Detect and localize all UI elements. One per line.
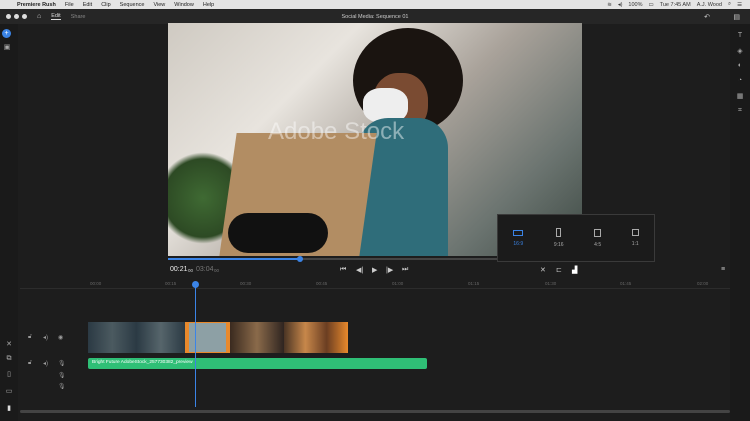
aspect-label: 16:9	[513, 241, 523, 247]
hide-track-icon[interactable]: ◉	[58, 334, 63, 341]
step-forward-icon[interactable]: |▶	[386, 266, 393, 274]
audio-clip[interactable]: Bright Future AdobeStock_257730382_previ…	[88, 358, 427, 369]
user-name[interactable]: A.J. Wood	[697, 2, 722, 8]
aspect-label: 4:5	[594, 242, 601, 248]
comment-icon[interactable]: ▤	[733, 13, 740, 21]
menu-app[interactable]: Premiere Rush	[17, 2, 56, 8]
ruler-tick: 00:45	[316, 281, 327, 286]
media-icon[interactable]: ▣	[0, 43, 14, 51]
video-clip-selected[interactable]	[185, 322, 231, 353]
playback-controls: 00:21 00 03:04 00 ⏮ ◀| ▶ |▶ ⏭ ✕ ⊏ ▟ ≡	[168, 266, 728, 278]
clock[interactable]: Tue 7:45 AM	[660, 2, 691, 8]
current-time: 00:21	[170, 266, 188, 273]
ruler-tick: 01:30	[545, 281, 556, 286]
ruler-tick: 00:30	[240, 281, 251, 286]
audio-icon[interactable]: ▦	[733, 92, 747, 100]
ruler-tick: 01:15	[468, 281, 479, 286]
project-title: Social Media: Sequence 01	[0, 14, 750, 20]
ruler-tick: 02:00	[697, 281, 708, 286]
right-toolbar: T ◈ ◐ ◔ ▦ ⌗	[730, 24, 750, 421]
current-frames: 00	[188, 268, 193, 273]
menu-edit[interactable]: Edit	[83, 2, 92, 8]
glove-hand	[228, 213, 328, 253]
volume-icon[interactable]: ◂)	[618, 2, 623, 8]
aspect-label: 9:16	[554, 242, 564, 248]
menu-icon[interactable]: ≡	[721, 266, 725, 273]
scrubber-handle[interactable]	[297, 256, 303, 262]
scrubber-progress	[168, 258, 300, 260]
fullscreen-icon[interactable]: ✕	[540, 266, 546, 274]
title-bar: ⌂ Edit Share Social Media: Sequence 01 ↶…	[0, 9, 750, 24]
list-icon[interactable]: ☰	[737, 2, 742, 8]
lock-audio-icon[interactable]: 🔓︎	[28, 360, 32, 367]
color-icon[interactable]: ◐	[733, 62, 747, 69]
menu-sequence[interactable]: Sequence	[120, 2, 145, 8]
left-toolbar: + ▣ ✕ ⧉ ▯ ▭ ▮	[0, 24, 18, 421]
undo-icon[interactable]: ↶	[704, 13, 710, 21]
video-clip[interactable]	[230, 322, 284, 353]
video-clip[interactable]	[284, 322, 348, 353]
menu-help[interactable]: Help	[203, 2, 214, 8]
mute-audio-icon[interactable]: ◂)	[43, 360, 48, 367]
search-icon[interactable]: ⌕	[728, 1, 731, 8]
menu-bar: Premiere Rush File Edit Clip Sequence Vi…	[0, 0, 750, 9]
video-track	[88, 322, 348, 353]
aspect-9-16[interactable]: 9:16	[554, 228, 564, 248]
aspect-label: 1:1	[632, 241, 639, 247]
aspect-16-9[interactable]: 16:9	[513, 230, 523, 247]
ruler-tick: 00:15	[165, 281, 176, 286]
duration: 03:04	[196, 266, 214, 273]
split-icon[interactable]: ✕	[2, 340, 16, 348]
duration-frames: 00	[214, 268, 219, 273]
timeline-scrollbar[interactable]	[20, 410, 730, 413]
video-clip[interactable]	[88, 322, 185, 353]
menu-view[interactable]: View	[153, 2, 165, 8]
lock-track-icon[interactable]: 🔓︎	[28, 334, 32, 341]
delete-icon[interactable]: ▯	[2, 370, 16, 378]
battery-label[interactable]: 100%	[628, 2, 642, 8]
mute-track-icon[interactable]: ◂)	[43, 334, 48, 341]
transform-icon[interactable]: ⌗	[733, 107, 747, 115]
go-to-end-icon[interactable]: ⏭	[402, 266, 408, 274]
aspect-ratio-popup: 16:9 9:16 4:5 1:1	[497, 214, 655, 262]
menu-file[interactable]: File	[65, 2, 74, 8]
go-to-start-icon[interactable]: ⏮	[340, 266, 346, 274]
menu-window[interactable]: Window	[174, 2, 194, 8]
audio-clip-name: Bright Future AdobeStock_257730382_previ…	[92, 360, 193, 365]
add-media-button[interactable]: +	[2, 29, 11, 38]
wifi-icon[interactable]: ≋	[607, 2, 612, 8]
menu-clip[interactable]: Clip	[101, 2, 110, 8]
mic-icon[interactable]: 🎙︎	[58, 360, 66, 367]
ruler-tick: 00:00	[90, 281, 101, 286]
step-back-icon[interactable]: ◀|	[356, 266, 363, 274]
playhead-line	[195, 282, 196, 407]
status-area: ≋ ◂) 100% ▭ Tue 7:45 AM A.J. Wood ⌕ ☰	[607, 0, 742, 9]
title-icon[interactable]: T	[733, 32, 747, 39]
loop-icon[interactable]: ⊏	[556, 266, 562, 274]
playhead-handle[interactable]	[192, 281, 199, 288]
timeline-ruler[interactable]: 00:00 00:15 00:30 00:45 01:00 01:15 01:3…	[20, 280, 730, 289]
aspect-1-1[interactable]: 1:1	[632, 229, 639, 247]
timeline-toggle-icon[interactable]: ▮	[2, 404, 16, 412]
aspect-4-5[interactable]: 4:5	[594, 229, 601, 248]
speed-icon[interactable]: ◔	[733, 77, 747, 84]
duplicate-icon[interactable]: ⧉	[2, 355, 16, 363]
transitions-icon[interactable]: ◈	[733, 47, 747, 55]
stock-watermark: Adobe Stock	[268, 118, 404, 146]
play-icon[interactable]: ▶	[372, 266, 377, 274]
track-height-icon[interactable]: ▭	[2, 387, 16, 395]
ruler-tick: 01:45	[620, 281, 631, 286]
battery-icon[interactable]: ▭	[649, 2, 654, 8]
ruler-tick: 01:00	[392, 281, 403, 286]
aspect-ratio-icon[interactable]: ▟	[572, 266, 577, 274]
mic-icon[interactable]: 🎙︎	[58, 372, 66, 379]
mic-icon[interactable]: 🎙︎	[58, 383, 66, 390]
